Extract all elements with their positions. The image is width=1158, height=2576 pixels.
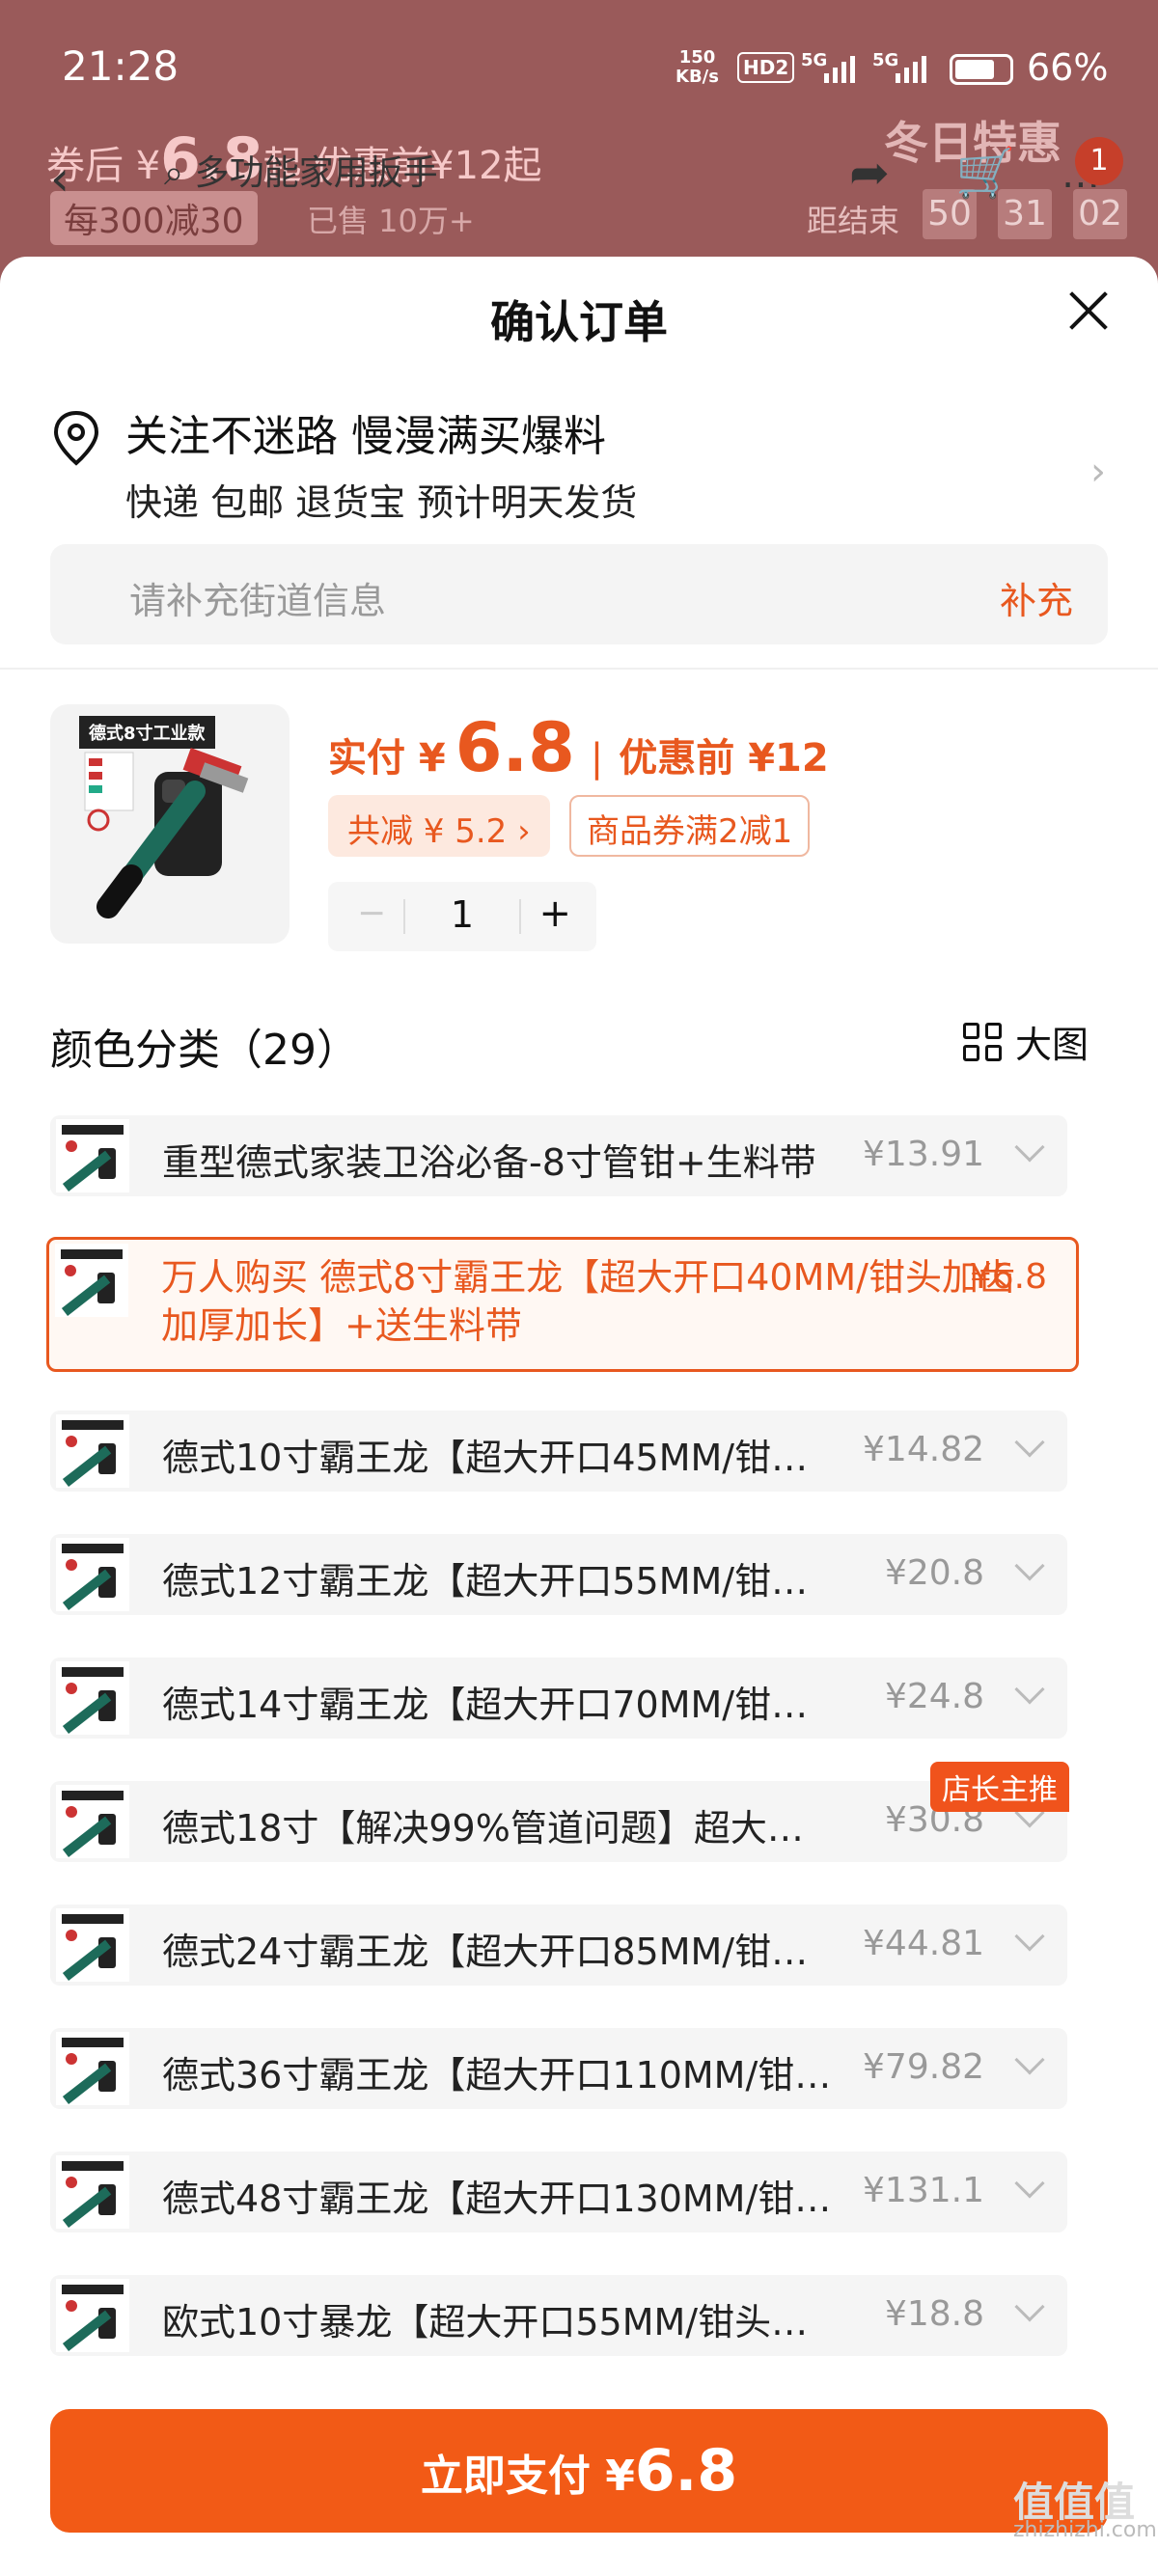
chevron-down-icon <box>1014 2291 1045 2322</box>
variant-thumbnail <box>56 2155 129 2229</box>
variant-price: ¥13.91 <box>863 1135 984 1174</box>
coupon-badge[interactable]: 商品券满2减1 <box>569 795 811 857</box>
address-section[interactable]: 关注不迷路 慢漫满买爆料 快递 包邮 退货宝 预计明天发货 › <box>50 401 1112 527</box>
variant-thumbnail <box>56 2279 129 2352</box>
variant-thumbnail <box>56 1785 129 1858</box>
variant-thumbnail <box>56 1538 129 1611</box>
status-bar: 21:28 150 KB/s HD2 5G 5G 66% <box>0 0 1158 135</box>
cart-badge: 1 <box>1075 137 1123 185</box>
variant-name: 重型德式家装卫浴必备-8寸管钳+生料带 <box>162 1141 816 1184</box>
chevron-right-icon: › <box>1090 450 1106 494</box>
variant-price: ¥14.82 <box>863 1430 984 1469</box>
shipping-info: 快递 包邮 退货宝 预计明天发货 <box>125 481 638 524</box>
pay-now-button[interactable]: 立即支付 ¥6.8 <box>50 2409 1108 2533</box>
total-savings-button[interactable]: 共减 ¥ 5.2 › <box>328 795 550 857</box>
variant-name: 德式24寸霸王龙【超大开口85MM/钳头加齿加厚加长】 <box>162 1931 838 1973</box>
grid-icon <box>963 1022 1002 1061</box>
increase-button[interactable]: + <box>538 891 571 936</box>
share-icon[interactable]: ➦ <box>849 145 890 201</box>
color-category-title: 颜色分类（29） <box>50 1026 359 1075</box>
sheet-title: 确认订单 <box>490 296 668 348</box>
address-name: 关注不迷路 慢漫满买爆料 <box>125 412 606 461</box>
variant-option[interactable]: 重型德式家装卫浴必备-8寸管钳+生料带 ¥13.91 <box>50 1115 1067 1196</box>
variant-price: ¥24.8 <box>884 1677 984 1716</box>
variant-name: 德式18寸【解决99%管道问题】超大开口 <box>162 1807 838 1850</box>
variant-price: ¥44.81 <box>863 1924 984 1963</box>
variant-option[interactable]: 德式24寸霸王龙【超大开口85MM/钳头加齿加厚加长】 ¥44.81 <box>50 1905 1067 1986</box>
back-icon[interactable]: ‹ <box>50 151 69 206</box>
final-price: 实付 ¥6.8 | 优惠前 ¥12 <box>328 708 829 787</box>
chevron-down-icon <box>1014 1132 1045 1163</box>
variant-name: 德式12寸霸王龙【超大开口55MM/钳头加齿加厚加长】 <box>162 1560 838 1603</box>
battery-percent: 66% <box>1027 46 1109 89</box>
variant-price: ¥131.1 <box>863 2171 984 2210</box>
variant-option[interactable]: 德式48寸霸王龙【超大开口130MM/钳头加齿加厚加长】 ¥131.1 <box>50 2151 1067 2233</box>
cart-icon[interactable]: 🛒 <box>955 145 1015 202</box>
variant-option[interactable]: 万人购买 德式8寸霸王龙【超大开口40MM/钳头加齿加厚加长】+送生料带 ¥6.8 <box>46 1237 1079 1372</box>
variant-name: 欧式10寸暴龙【超大开口55MM/钳头加齿加厚加长】 <box>162 2301 838 2343</box>
divider <box>0 668 1158 670</box>
chevron-down-icon <box>1014 2044 1045 2075</box>
signal-icon-2 <box>896 54 926 83</box>
chevron-down-icon <box>1014 1427 1045 1458</box>
variant-option[interactable]: 欧式10寸暴龙【超大开口55MM/钳头加齿加厚加长】 ¥18.8 <box>50 2275 1067 2356</box>
chevron-down-icon <box>1014 2168 1045 2199</box>
variant-price: ¥18.8 <box>884 2294 984 2334</box>
variant-option[interactable]: 德式18寸【解决99%管道问题】超大开口 ¥30.8 <box>50 1781 1067 1862</box>
variant-name: 德式48寸霸王龙【超大开口130MM/钳头加齿加厚加长】 <box>162 2178 838 2220</box>
variant-name: 德式10寸霸王龙【超大开口45MM/钳头加齿加厚加长】 <box>162 1437 838 1479</box>
variant-option[interactable]: 德式10寸霸王龙【超大开口45MM/钳头加齿加厚加长】 ¥14.82 <box>50 1411 1067 1492</box>
variant-option[interactable]: 德式12寸霸王龙【超大开口55MM/钳头加齿加厚加长】 ¥20.8 <box>50 1534 1067 1615</box>
watermark-url: zhizhizhi.com <box>1013 2518 1157 2542</box>
variant-price: ¥79.82 <box>863 2047 984 2087</box>
bg-discount-tag: 每300减30 <box>50 191 258 245</box>
street-placeholder: 请补充街道信息 <box>129 580 387 622</box>
price-value: 6.8 <box>455 708 575 787</box>
variant-price: ¥20.8 <box>884 1553 984 1593</box>
battery-icon <box>950 54 1013 85</box>
original-price: 优惠前 ¥12 <box>619 736 829 781</box>
large-image-toggle[interactable]: 大图 <box>963 1015 1089 1068</box>
location-pin-icon <box>53 410 99 466</box>
variant-name: 德式14寸霸王龙【超大开口70MM/钳头加齿加厚加长】 <box>162 1684 838 1726</box>
variant-option[interactable]: 德式14寸霸王龙【超大开口70MM/钳头加齿加厚加长】 ¥24.8 <box>50 1658 1067 1739</box>
wrench-illustration <box>84 748 249 918</box>
bg-sold-count: 已售 10万+ <box>307 203 475 239</box>
variant-name: 万人购买 德式8寸霸王龙【超大开口40MM/钳头加齿加厚加长】+送生料带 <box>161 1256 1015 1347</box>
product-image[interactable]: 德式8寸工业款 <box>50 704 290 944</box>
chevron-down-icon <box>1014 1921 1045 1952</box>
variant-thumbnail <box>56 1661 129 1735</box>
variant-thumbnail <box>56 2032 129 2105</box>
chevron-down-icon <box>1014 1550 1045 1581</box>
variant-price: ¥6.8 <box>969 1257 1047 1297</box>
status-time: 21:28 <box>62 42 179 90</box>
variant-thumbnail <box>56 1908 129 1982</box>
network-speed: 150 KB/s <box>676 47 719 87</box>
bg-search[interactable]: ⌕ 多功能家用扳手 <box>164 145 438 195</box>
variant-thumbnail <box>56 1414 129 1488</box>
close-icon[interactable] <box>1062 284 1116 338</box>
fill-street-button[interactable]: 补充 <box>1000 571 1073 624</box>
quantity-stepper: − 1 + <box>328 882 596 951</box>
variant-name: 德式36寸霸王龙【超大开口110MM/钳头加齿加厚加长】 <box>162 2054 838 2096</box>
variant-thumbnail <box>56 1119 129 1192</box>
street-info-field[interactable]: 请补充街道信息 补充 <box>50 544 1108 644</box>
variant-option[interactable]: 德式36寸霸王龙【超大开口110MM/钳头加齿加厚加长】 ¥79.82 <box>50 2028 1067 2109</box>
hd-icon: HD2 <box>737 52 795 83</box>
shop-recommend-badge: 店长主推 <box>930 1762 1069 1812</box>
signal-icon-1 <box>824 54 855 83</box>
chevron-down-icon <box>1014 1674 1045 1705</box>
variant-thumbnail <box>55 1244 128 1317</box>
bg-ends-label: 距结束 <box>807 203 900 239</box>
